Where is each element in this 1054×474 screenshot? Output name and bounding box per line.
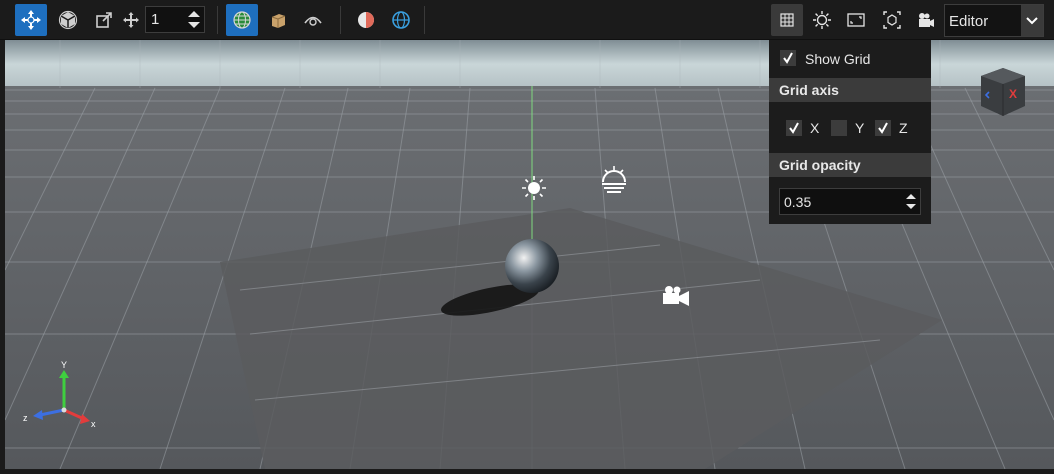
navigation-cube[interactable]: X [977, 66, 1029, 118]
mode-select[interactable]: Editor [944, 4, 1044, 37]
grid-axis-header: Grid axis [769, 78, 931, 102]
cube-icon [271, 14, 286, 28]
rotate-icon [58, 10, 78, 30]
toolbar-separator [424, 6, 425, 34]
grid-opacity-input[interactable]: 0.35 [779, 188, 921, 215]
world-space-button[interactable] [226, 4, 258, 36]
shading-icon [358, 12, 374, 28]
stepper-arrows-icon[interactable] [905, 191, 917, 212]
grid-settings-button[interactable] [771, 4, 803, 36]
globe-wire-icon [392, 11, 410, 29]
axis-y-checkbox[interactable] [831, 120, 847, 136]
gizmo-z-label: z [23, 413, 28, 423]
axis-z-checkbox[interactable] [875, 120, 891, 136]
axis-x-checkbox[interactable] [786, 120, 802, 136]
axis-x-label: X [810, 120, 820, 136]
snap-value[interactable]: 1 [151, 11, 159, 28]
fullscreen-button[interactable] [840, 4, 872, 36]
globe-icon [233, 11, 251, 29]
grid-opacity-header: Grid opacity [769, 153, 931, 177]
sphere-object[interactable] [505, 239, 559, 293]
lighting-button[interactable] [806, 4, 838, 36]
grid-icon [780, 13, 794, 27]
snap-value-stepper[interactable]: 1 [145, 6, 205, 33]
stepper-arrows-icon[interactable] [187, 9, 201, 30]
checkmark-icon [789, 122, 799, 134]
main-toolbar: 1 Editor [0, 0, 1054, 40]
show-grid-checkbox[interactable] [780, 50, 796, 66]
sun-icon [813, 11, 831, 29]
checkmark-icon [783, 52, 793, 64]
viewport-bottom-border [0, 469, 1054, 474]
mode-select-value: Editor [949, 13, 989, 30]
shading-mode-button[interactable] [350, 4, 382, 36]
move-icon [21, 10, 41, 30]
sun-light-icon[interactable] [522, 176, 546, 200]
eye-icon [304, 16, 322, 26]
screen-icon [847, 13, 865, 27]
toolbar-separator [217, 6, 218, 34]
chevron-down-icon[interactable] [1021, 5, 1043, 36]
grid-settings-popup: Show Grid Grid axis X Y Z Grid opacity 0… [769, 40, 931, 224]
snap-translate-button[interactable] [116, 4, 146, 36]
move-tool-button[interactable] [15, 4, 47, 36]
camera-icon [919, 13, 934, 27]
show-grid-row[interactable]: Show Grid [769, 44, 931, 74]
focus-icon [883, 11, 901, 29]
scale-icon [96, 12, 112, 28]
axis-z-label: Z [899, 120, 908, 136]
gizmo-y-label: Y [61, 360, 67, 370]
rotate-tool-button[interactable] [52, 4, 84, 36]
environment-button[interactable] [385, 4, 417, 36]
axis-y-label: Y [855, 120, 865, 136]
object-space-button[interactable] [262, 4, 294, 36]
gizmo-x-label: x [91, 419, 96, 429]
toolbar-separator [340, 6, 341, 34]
nav-cube-x-face[interactable]: X [1009, 87, 1017, 101]
focus-selection-button[interactable] [876, 4, 908, 36]
visibility-button[interactable] [297, 4, 329, 36]
show-grid-label: Show Grid [805, 51, 871, 67]
checkmark-icon [878, 122, 888, 134]
grid-opacity-value[interactable]: 0.35 [784, 194, 811, 210]
snap-move-icon [123, 12, 139, 28]
camera-button[interactable] [910, 4, 942, 36]
